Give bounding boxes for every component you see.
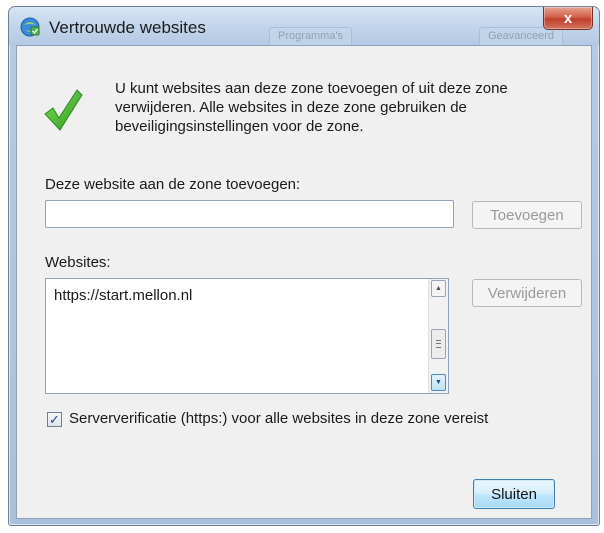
trusted-sites-icon — [20, 17, 40, 37]
websites-list[interactable]: https://start.mellon.nl ▲ ▼ — [45, 278, 449, 394]
scroll-up-icon[interactable]: ▲ — [431, 280, 446, 297]
scroll-down-icon[interactable]: ▼ — [431, 374, 446, 391]
intro-text: U kunt websites aan deze zone toevoegen … — [115, 80, 508, 135]
websites-label: Websites: — [45, 254, 111, 271]
window-title: Vertrouwde websites — [49, 18, 206, 37]
https-checkbox[interactable]: ✓ — [47, 412, 62, 427]
close-button[interactable]: x — [543, 7, 593, 30]
remove-button[interactable]: Verwijderen — [472, 279, 582, 307]
close-dialog-button[interactable]: Sluiten — [473, 479, 555, 509]
close-icon: x — [563, 9, 573, 27]
scroll-thumb[interactable] — [431, 329, 446, 359]
add-button[interactable]: Toevoegen — [472, 201, 582, 229]
title-bar[interactable]: Vertrouwde websites Programma's Geavance… — [9, 7, 599, 50]
trusted-sites-dialog: Vertrouwde websites Programma's Geavance… — [8, 6, 600, 526]
https-checkbox-label[interactable]: Serververificatie (https:) voor alle web… — [69, 410, 488, 427]
website-input[interactable] — [45, 200, 454, 228]
dialog-body: U kunt websites aan deze zone toevoegen … — [16, 45, 592, 519]
checkbox-check-icon: ✓ — [49, 412, 60, 427]
list-scrollbar[interactable]: ▲ ▼ — [428, 279, 448, 393]
list-item[interactable]: https://start.mellon.nl — [54, 287, 192, 304]
checkmark-icon — [44, 89, 83, 131]
add-website-label: Deze website aan de zone toevoegen: — [45, 176, 301, 193]
